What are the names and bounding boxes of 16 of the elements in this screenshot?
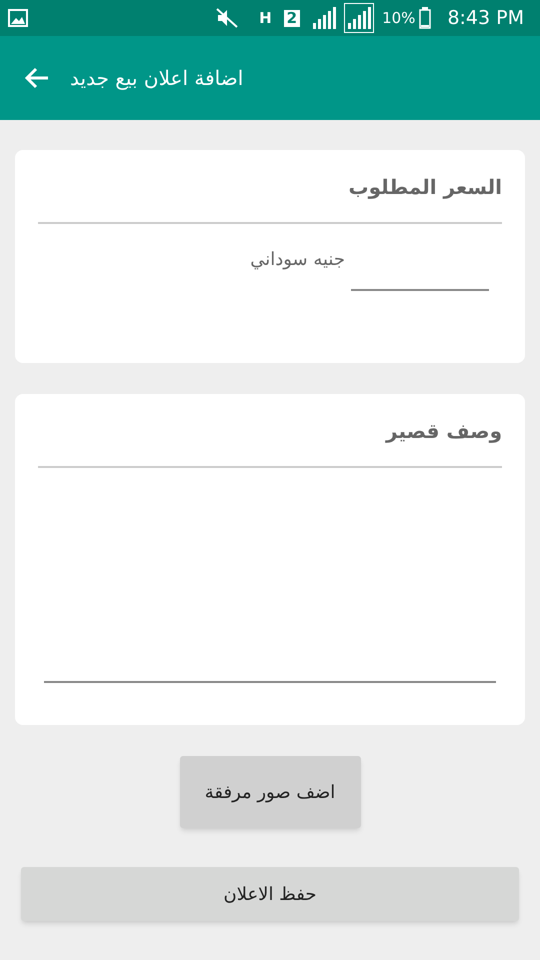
battery-icon [419, 7, 432, 29]
network-type: H [259, 10, 272, 26]
signal-icon [347, 6, 372, 30]
battery-percent: 10% [382, 8, 416, 29]
image-icon [8, 8, 28, 28]
muted-speaker-icon [215, 7, 240, 29]
clock: 8:43 PM [447, 6, 524, 31]
card-title: السعر المطلوب [348, 174, 502, 201]
back-button[interactable] [24, 65, 50, 91]
sim-badge: 2 [284, 10, 300, 26]
save-button[interactable]: حفظ الاعلان [21, 867, 519, 921]
currency-label: جنيه سوداني [250, 248, 345, 272]
add-photos-button[interactable]: اضف صور مرفقة [180, 756, 360, 828]
page-title: اضافة اعلان بيع جديد [70, 65, 244, 92]
signal-icon [312, 6, 336, 30]
card-title: وصف قصير [386, 418, 502, 445]
